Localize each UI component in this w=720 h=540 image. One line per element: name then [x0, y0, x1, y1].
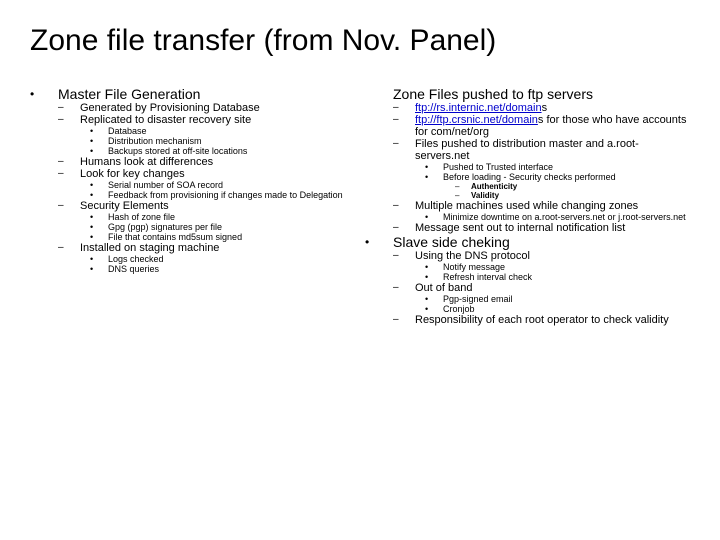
dot-bullet-icon: •	[90, 264, 108, 274]
list-item: •File that contains md5sum signed	[30, 232, 355, 242]
list-item: –Responsibility of each root operator to…	[365, 314, 690, 326]
list-item: –Message sent out to internal notificati…	[365, 222, 690, 234]
dot-bullet-icon: •	[90, 180, 108, 190]
dash-bullet-icon: –	[393, 222, 415, 234]
dot-bullet-icon: •	[90, 222, 108, 232]
list-item: •Before loading - Security checks perfor…	[365, 172, 690, 182]
dot-bullet-icon: •	[90, 254, 108, 264]
content-columns: • Master File Generation –Generated by P…	[30, 86, 690, 326]
list-item: –Generated by Provisioning Database	[30, 102, 355, 114]
list-item: –Humans look at differences	[30, 156, 355, 168]
list-item: •Minimize downtime on a.root-servers.net…	[365, 212, 690, 222]
list-item: • Slave side cheking	[365, 234, 690, 250]
list-item: – ftp://ftp.crsnic.net/domains for those…	[365, 114, 690, 138]
dash-bullet-icon: –	[455, 182, 471, 191]
left-column: • Master File Generation –Generated by P…	[30, 86, 355, 326]
dot-bullet-icon: •	[90, 190, 108, 200]
heading-zone-files: Zone Files pushed to ftp servers	[393, 86, 690, 102]
dot-bullet-icon: •	[90, 232, 108, 242]
dot-bullet-icon: •	[90, 126, 108, 136]
list-item: •Pgp-signed email	[365, 294, 690, 304]
heading-master-file: Master File Generation	[58, 86, 355, 102]
dash-bullet-icon: –	[393, 138, 415, 162]
list-item: –Authenticity	[365, 182, 690, 191]
list-item: •Pushed to Trusted interface	[365, 162, 690, 172]
list-item: •Refresh interval check	[365, 272, 690, 282]
list-item: •Feedback from provisioning if changes m…	[30, 190, 355, 200]
list-item: –Look for key changes	[30, 168, 355, 180]
dot-bullet-icon: •	[425, 294, 443, 304]
list-item: •Gpg (pgp) signatures per file	[30, 222, 355, 232]
list-item: •Notify message	[365, 262, 690, 272]
heading-slave-side: Slave side cheking	[393, 234, 690, 250]
link[interactable]: ftp://rs.internic.net/domain	[415, 102, 542, 114]
list-item: •DNS queries	[30, 264, 355, 274]
dot-bullet-icon: •	[90, 136, 108, 146]
list-item: Zone Files pushed to ftp servers	[365, 86, 690, 102]
dash-bullet-icon: –	[393, 282, 415, 294]
dash-bullet-icon: –	[58, 156, 80, 168]
list-item: •Hash of zone file	[30, 212, 355, 222]
right-column: Zone Files pushed to ftp servers – ftp:/…	[365, 86, 690, 326]
list-item: •Cronjob	[365, 304, 690, 314]
ftp-link-1: ftp://rs.internic.net/domains	[415, 102, 690, 114]
list-item: •Serial number of SOA record	[30, 180, 355, 190]
dash-bullet-icon: –	[455, 191, 471, 200]
list-item: –Out of band	[365, 282, 690, 294]
disc-bullet-icon: •	[365, 234, 393, 250]
dot-bullet-icon: •	[425, 272, 443, 282]
dot-bullet-icon: •	[90, 212, 108, 222]
dot-bullet-icon: •	[425, 262, 443, 272]
dot-bullet-icon: •	[425, 304, 443, 314]
list-item: •Logs checked	[30, 254, 355, 264]
list-item: –Replicated to disaster recovery site	[30, 114, 355, 126]
dot-bullet-icon: •	[425, 212, 443, 222]
list-item: – ftp://rs.internic.net/domains	[365, 102, 690, 114]
dash-bullet-icon: –	[393, 200, 415, 212]
list-item: •Distribution mechanism	[30, 136, 355, 146]
ftp-link-2: ftp://ftp.crsnic.net/domains for those w…	[415, 114, 690, 138]
list-item: –Multiple machines used while changing z…	[365, 200, 690, 212]
dot-bullet-icon: •	[425, 172, 443, 182]
dash-bullet-icon: –	[58, 114, 80, 126]
dash-bullet-icon: –	[58, 168, 80, 180]
list-item: –Files pushed to distribution master and…	[365, 138, 690, 162]
dash-bullet-icon: –	[393, 102, 415, 114]
list-item: •Database	[30, 126, 355, 136]
dash-bullet-icon: –	[58, 242, 80, 254]
dash-bullet-icon: –	[393, 114, 415, 138]
list-item: –Validity	[365, 191, 690, 200]
list-item: • Master File Generation	[30, 86, 355, 102]
list-item: –Using the DNS protocol	[365, 250, 690, 262]
dash-bullet-icon: –	[393, 314, 415, 326]
list-item: –Installed on staging machine	[30, 242, 355, 254]
slide-title: Zone file transfer (from Nov. Panel)	[30, 24, 690, 58]
link[interactable]: ftp://ftp.crsnic.net/domain	[415, 114, 538, 126]
list-item: •Backups stored at off-site locations	[30, 146, 355, 156]
disc-bullet-icon: •	[30, 86, 58, 102]
dash-bullet-icon: –	[58, 102, 80, 114]
dash-bullet-icon: –	[58, 200, 80, 212]
slide: Zone file transfer (from Nov. Panel) • M…	[0, 0, 720, 540]
list-item: –Security Elements	[30, 200, 355, 212]
dot-bullet-icon: •	[425, 162, 443, 172]
dash-bullet-icon: –	[393, 250, 415, 262]
disc-bullet-icon	[365, 86, 393, 102]
dot-bullet-icon: •	[90, 146, 108, 156]
